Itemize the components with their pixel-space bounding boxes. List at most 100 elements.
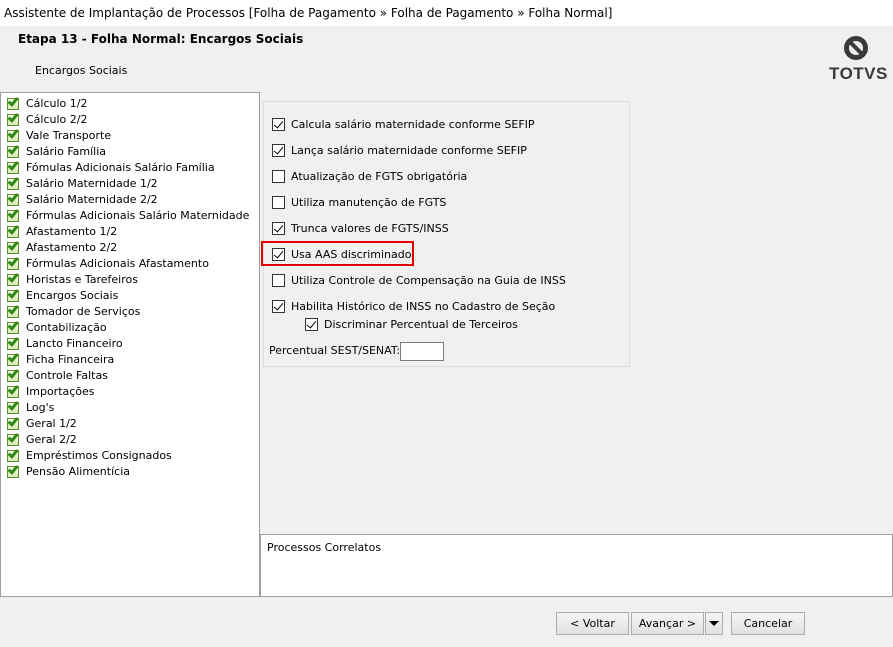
cancel-button[interactable]: Cancelar <box>731 612 805 635</box>
option-checkbox[interactable] <box>272 195 285 209</box>
tree-item-label: Fómulas Adicionais Salário Família <box>26 160 215 174</box>
tree-item[interactable]: Contabilização <box>7 318 107 335</box>
option-checkbox-row[interactable]: Trunca valores de FGTS/INSS <box>272 220 449 236</box>
tree-item[interactable]: Salário Maternidade 2/2 <box>7 190 158 207</box>
tree-item-label: Salário Família <box>26 144 107 158</box>
tree-item[interactable]: Ficha Financeira <box>7 350 114 367</box>
tree-item[interactable]: Cálculo 1/2 <box>7 94 87 111</box>
option-checkbox-row[interactable]: Utiliza Controle de Compensação na Guia … <box>272 272 566 288</box>
tree-item[interactable]: Fórmulas Adicionais Salário Maternidade <box>7 206 250 223</box>
tree-item[interactable]: Salário Família <box>7 142 107 159</box>
option-checkbox-row[interactable]: Habilita Histórico de INSS no Cadastro d… <box>272 298 555 314</box>
tree-item-label: Contabilização <box>26 320 107 334</box>
option-checkbox[interactable] <box>272 273 285 287</box>
tree-item[interactable]: Vale Transporte <box>7 126 111 143</box>
green-check-icon <box>7 206 20 222</box>
tree-item-label: Geral 1/2 <box>26 416 77 430</box>
option-checkbox-row[interactable]: Discriminar Percentual de Terceiros <box>305 316 518 332</box>
tree-item-label: Salário Maternidade 2/2 <box>26 192 158 206</box>
highlight-box <box>261 241 414 266</box>
green-check-icon <box>7 110 20 126</box>
option-label: Calcula salário maternidade conforme SEF… <box>291 117 535 131</box>
tree-item[interactable]: Afastamento 1/2 <box>7 222 118 239</box>
green-check-icon <box>7 270 20 286</box>
wizard-window: Assistente de Implantação de Processos [… <box>0 0 893 647</box>
green-check-icon <box>7 382 20 398</box>
green-check-icon <box>7 334 20 350</box>
wizard-footer: < Voltar Avançar > Cancelar <box>0 597 893 647</box>
green-check-icon <box>7 414 20 430</box>
tree-item-label: Empréstimos Consignados <box>26 448 172 462</box>
tree-item[interactable]: Tomador de Serviços <box>7 302 141 319</box>
option-label: Discriminar Percentual de Terceiros <box>324 317 518 331</box>
green-check-icon <box>7 174 20 190</box>
tree-item[interactable]: Lancto Financeiro <box>7 334 123 351</box>
green-check-icon <box>7 238 20 254</box>
tree-item-label: Afastamento 1/2 <box>26 224 118 238</box>
tree-item-label: Importações <box>26 384 95 398</box>
option-checkbox[interactable] <box>305 317 318 331</box>
option-checkbox-row[interactable]: Atualização de FGTS obrigatória <box>272 168 467 184</box>
option-checkbox[interactable] <box>272 143 285 157</box>
tree-item-label: Controle Faltas <box>26 368 108 382</box>
option-checkbox-row[interactable]: Calcula salário maternidade conforme SEF… <box>272 116 535 132</box>
tree-item[interactable]: Pensão Alimentícia <box>7 462 130 479</box>
processos-correlatos-panel: Processos Correlatos <box>260 534 893 597</box>
option-label: Utiliza manutenção de FGTS <box>291 195 447 209</box>
green-check-icon <box>7 302 20 318</box>
totvs-logo: TOTVS <box>826 34 888 86</box>
option-checkbox[interactable] <box>272 169 285 183</box>
totvs-logo-text: TOTVS <box>829 64 888 83</box>
tree-item-label: Fórmulas Adicionais Salário Maternidade <box>26 208 250 222</box>
tree-item-label: Fórmulas Adicionais Afastamento <box>26 256 209 270</box>
tree-item[interactable]: Horistas e Tarefeiros <box>7 270 138 287</box>
tree-item[interactable]: Cálculo 2/2 <box>7 110 87 127</box>
tree-item[interactable]: Encargos Sociais <box>7 286 118 303</box>
option-checkbox[interactable] <box>272 117 285 131</box>
option-label: Habilita Histórico de INSS no Cadastro d… <box>291 299 556 313</box>
next-dropdown-button[interactable] <box>705 612 723 635</box>
option-checkbox[interactable] <box>272 299 285 313</box>
step-title: Etapa 13 - Folha Normal: Encargos Sociai… <box>18 32 304 46</box>
tree-item[interactable]: Geral 1/2 <box>7 414 77 431</box>
option-checkbox-row[interactable]: Utiliza manutenção de FGTS <box>272 194 446 210</box>
tree-item[interactable]: Importações <box>7 382 95 399</box>
tree-item[interactable]: Geral 2/2 <box>7 430 77 447</box>
option-checkbox[interactable] <box>272 221 285 235</box>
option-label: Atualização de FGTS obrigatória <box>291 169 468 183</box>
green-check-icon <box>7 190 20 206</box>
next-button[interactable]: Avançar > <box>631 612 704 635</box>
tree-item[interactable]: Afastamento 2/2 <box>7 238 118 255</box>
green-check-icon <box>7 142 20 158</box>
tree-item-label: Pensão Alimentícia <box>26 464 130 478</box>
tree-item-label: Salário Maternidade 1/2 <box>26 176 158 190</box>
tree-item-label: Afastamento 2/2 <box>26 240 118 254</box>
tree-item[interactable]: Salário Maternidade 1/2 <box>7 174 158 191</box>
option-checkbox-row[interactable]: Lança salário maternidade conforme SEFIP <box>272 142 527 158</box>
green-check-icon <box>7 126 20 142</box>
back-button[interactable]: < Voltar <box>556 612 629 635</box>
green-check-icon <box>7 446 20 462</box>
tree-item-label: Lancto Financeiro <box>26 336 123 350</box>
tree-item-label: Tomador de Serviços <box>26 304 141 318</box>
green-check-icon <box>7 222 20 238</box>
processos-correlatos-label: Processos Correlatos <box>267 541 382 554</box>
sest-senat-input[interactable] <box>400 342 444 361</box>
tree-item-label: Horistas e Tarefeiros <box>26 272 138 286</box>
option-label: Trunca valores de FGTS/INSS <box>291 221 449 235</box>
tree-item[interactable]: Fórmulas Adicionais Afastamento <box>7 254 209 271</box>
tree-item[interactable]: Controle Faltas <box>7 366 108 383</box>
green-check-icon <box>7 158 20 174</box>
tree-item-label: Log's <box>26 400 55 414</box>
tree-item[interactable]: Log's <box>7 398 55 415</box>
green-check-icon <box>7 254 20 270</box>
tree-item[interactable]: Empréstimos Consignados <box>7 446 172 463</box>
tree-item[interactable]: Fómulas Adicionais Salário Família <box>7 158 215 175</box>
green-check-icon <box>7 350 20 366</box>
option-label: Lança salário maternidade conforme SEFIP <box>291 143 527 157</box>
option-label: Utiliza Controle de Compensação na Guia … <box>291 273 566 287</box>
tree-item-label: Geral 2/2 <box>26 432 77 446</box>
steps-tree[interactable]: Cálculo 1/2 Cálculo 2/2 Vale Transporte Sal… <box>0 92 260 597</box>
totvs-logo-icon <box>844 36 868 60</box>
window-title: Assistente de Implantação de Processos [… <box>0 0 893 26</box>
